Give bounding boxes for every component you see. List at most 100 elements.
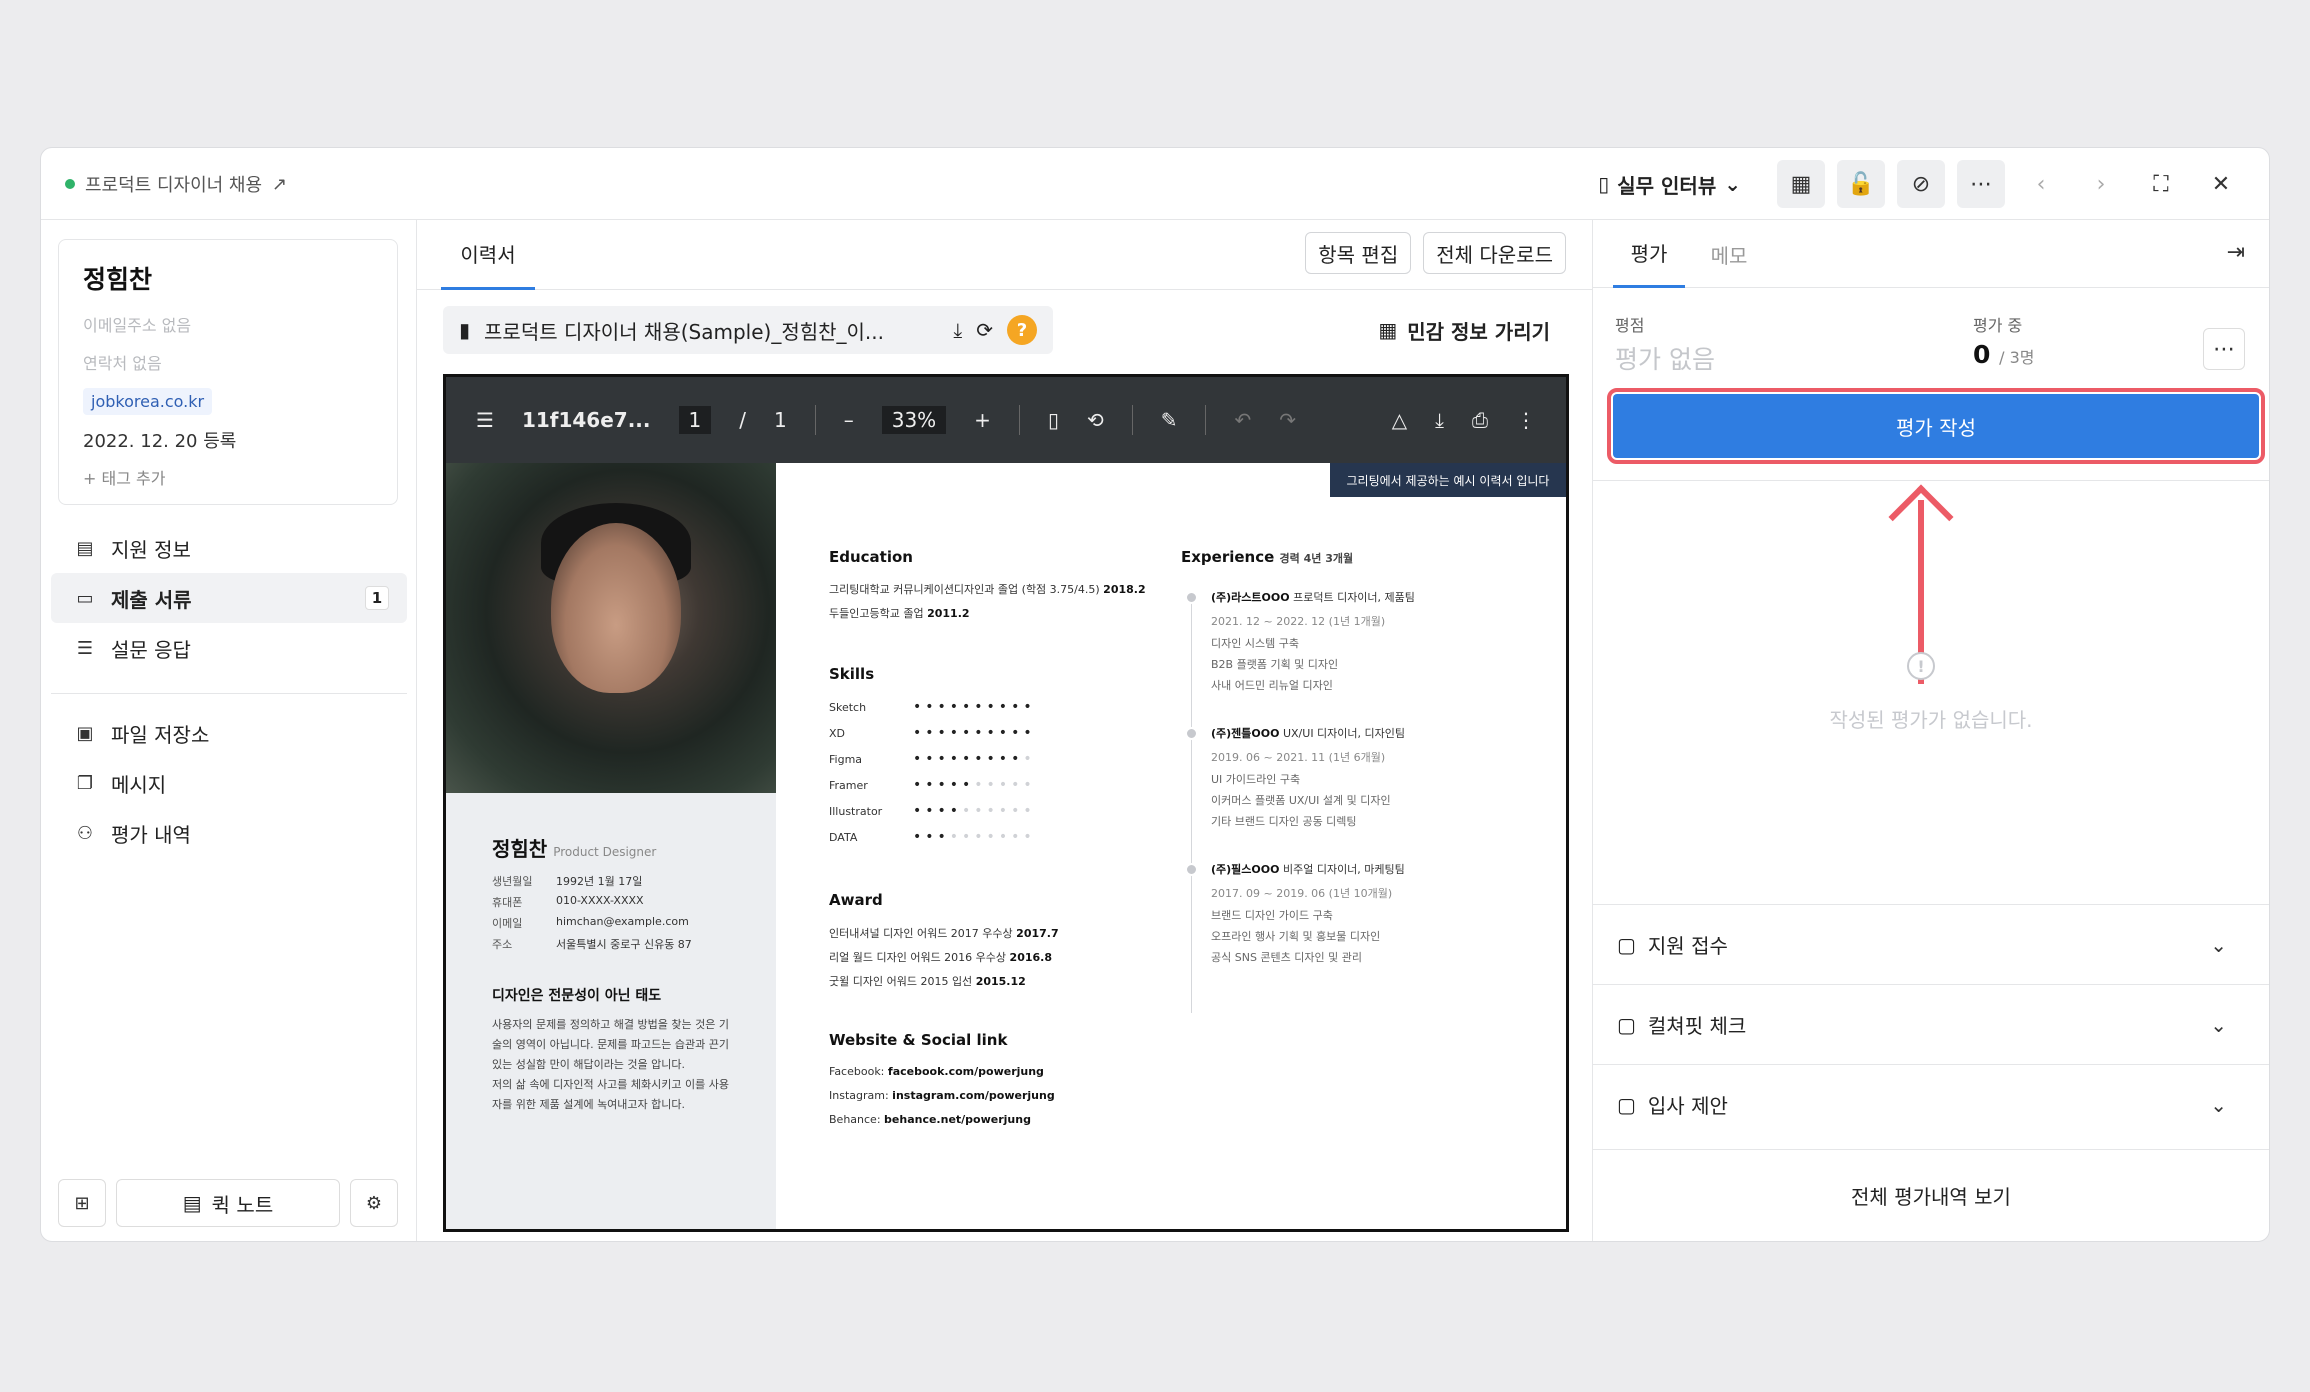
motto-title: 디자인은 전문성이 아닌 태도 xyxy=(492,988,662,1004)
nav-item-evaluations[interactable]: ⚇ 평가 내역 xyxy=(51,808,407,858)
toolbar-separator xyxy=(814,405,816,435)
zoom-level[interactable]: 33% xyxy=(881,406,947,434)
nav-item-application-info[interactable]: ▤ 지원 정보 xyxy=(51,523,407,573)
job-link[interactable]: 프로덕트 디자이너 채용 ↗ xyxy=(65,148,287,220)
add-tag-button[interactable]: + 태그 추가 xyxy=(83,465,373,489)
download-all-button[interactable]: 전체 다운로드 xyxy=(1423,232,1566,274)
download-icon[interactable]: ⤓ xyxy=(953,318,962,342)
stage-dropdown[interactable]: ▯ 실무 인터뷰 ⌄ xyxy=(1598,170,1741,199)
block-icon: ⊘ xyxy=(1911,171,1931,197)
file-name[interactable]: 프로덕트 디자이너 채용(Sample)_정힘찬_이... xyxy=(484,316,939,345)
excel-button[interactable]: ⊞ xyxy=(58,1179,106,1227)
evaluation-more-button[interactable]: ⋯ xyxy=(2203,328,2245,370)
pdf-doc-name: 11f146e7... xyxy=(521,408,651,432)
experience-period: 2017. 09 ~ 2019. 06 (1년 10개월) xyxy=(1211,887,1393,900)
profile-photo xyxy=(446,463,776,793)
close-button[interactable]: ✕ xyxy=(2197,160,2245,208)
experience-total: 경력 4년 3개월 xyxy=(1279,552,1354,565)
undo-icon[interactable]: ↶ xyxy=(1234,408,1251,432)
nav-item-label: 지원 정보 xyxy=(111,537,191,562)
candidate-name: 정힘찬 xyxy=(83,265,153,294)
zoom-in-button[interactable]: + xyxy=(974,408,991,432)
nav-item-documents[interactable]: ▭ 제출 서류 1 xyxy=(51,573,407,623)
profile-key: 휴대폰 xyxy=(492,896,523,909)
skill-name: Figma xyxy=(829,752,863,766)
profile-value: 서울특별시 중로구 신유동 87 xyxy=(556,938,692,951)
experience-role: UX/UI 디자이너, 디자인팀 xyxy=(1282,727,1406,740)
skill-name: XD xyxy=(829,726,846,740)
more-icon: ⋯ xyxy=(2213,336,2235,362)
progress-total: / 3명 xyxy=(1999,348,2035,367)
fit-page-icon[interactable]: ▯ xyxy=(1048,408,1059,432)
link-line: Facebook: facebook.com/powerjung xyxy=(829,1065,1044,1078)
skill-dots: •••••••••• xyxy=(913,725,1036,741)
gear-icon: ⚙ xyxy=(365,1192,383,1214)
chevron-down-icon: ⌄ xyxy=(2210,932,2227,957)
profile-key: 이메일 xyxy=(492,917,523,930)
pdf-more-icon[interactable]: ⋮ xyxy=(1516,408,1536,432)
education-text: 두들인고등학교 졸업 xyxy=(829,607,924,620)
tab-memo[interactable]: 메모 xyxy=(1699,220,1759,288)
motto-line: 사용자의 문제를 정의하고 해결 방법을 찾는 것은 기 xyxy=(492,1018,729,1031)
section-offer[interactable]: ▢ 입사 제안 ⌄ xyxy=(1593,1064,2269,1144)
nav-item-survey[interactable]: ☰ 설문 응답 xyxy=(51,623,407,673)
toolbar: ▯ 실무 인터뷰 ⌄ ▦ 🔓 ⊘ ⋯ ‹ › ⛶ ✕ xyxy=(1598,148,2245,220)
section-application[interactable]: ▢ 지원 접수 ⌄ xyxy=(1593,904,2269,984)
quick-note-button[interactable]: ▤ 퀵 노트 xyxy=(116,1179,340,1227)
fullscreen-button[interactable]: ⛶ xyxy=(2137,160,2185,208)
page-total: 1 xyxy=(773,408,787,432)
nav-item-label: 설문 응답 xyxy=(111,637,191,662)
nav-item-label: 제출 서류 xyxy=(111,587,192,612)
status-dot xyxy=(65,179,75,189)
score-value: 평가 없음 xyxy=(1615,345,1715,374)
resume-name: 정힘찬 Product Designer xyxy=(492,833,656,862)
write-evaluation-button[interactable]: 평가 작성 xyxy=(1613,394,2259,458)
award-year: 2016.8 xyxy=(1009,951,1052,964)
print-icon[interactable]: ⎙ xyxy=(1472,408,1488,432)
tab-evaluation[interactable]: 평가 xyxy=(1613,220,1685,288)
timeline-dot xyxy=(1185,727,1198,740)
refresh-icon[interactable]: ⟳ xyxy=(976,318,993,342)
unlock-button[interactable]: 🔓 xyxy=(1837,160,1885,208)
experience-task: 사내 어드민 리뉴얼 디자인 xyxy=(1211,679,1333,692)
link-line: Instagram: instagram.com/powerjung xyxy=(829,1089,1055,1102)
redo-icon[interactable]: ↷ xyxy=(1279,408,1296,432)
chevron-down-icon: ⌄ xyxy=(1724,172,1741,196)
note-icon: ▢ xyxy=(1617,1092,1636,1117)
collapse-panel-icon[interactable]: ⇥ xyxy=(2227,240,2245,265)
view-all-evaluations-button[interactable]: 전체 평가내역 보기 xyxy=(1593,1149,2269,1241)
more-button[interactable]: ⋯ xyxy=(1957,160,2005,208)
quick-note-label: 퀵 노트 xyxy=(211,1192,274,1217)
folder-icon: ▭ xyxy=(76,587,94,609)
motto-text: 사용자의 문제를 정의하고 해결 방법을 찾는 것은 기 술의 영역이 아닙니다… xyxy=(492,1015,732,1115)
edit-items-button[interactable]: 항목 편집 xyxy=(1305,232,1412,274)
help-shield-icon[interactable]: ? xyxy=(1007,315,1037,345)
experience-head: (주)필스OOO 비주얼 디자이너, 마케팅팀 xyxy=(1211,861,1405,877)
page-input[interactable]: 1 xyxy=(678,406,712,434)
nav-item-messages[interactable]: ❐ 메시지 xyxy=(51,758,407,808)
settings-button[interactable]: ⚙ xyxy=(350,1179,398,1227)
link-value: facebook.com/powerjung xyxy=(887,1065,1044,1078)
section-culture-fit[interactable]: ▢ 컬쳐핏 체크 ⌄ xyxy=(1593,984,2269,1064)
zoom-out-button[interactable]: – xyxy=(844,408,854,432)
annotate-icon[interactable]: ✎ xyxy=(1161,408,1178,432)
pdf-download-icon[interactable]: ⤓ xyxy=(1435,408,1444,432)
more-icon: ⋯ xyxy=(1970,171,1992,197)
documents-count-badge: 1 xyxy=(365,586,389,610)
prev-button[interactable]: ‹ xyxy=(2017,160,2065,208)
next-button[interactable]: › xyxy=(2077,160,2125,208)
applicant-window: 프로덕트 디자이너 채용 ↗ ▯ 실무 인터뷰 ⌄ ▦ 🔓 ⊘ ⋯ ‹ › ⛶ … xyxy=(40,147,2270,1242)
menu-icon[interactable]: ☰ xyxy=(476,408,494,432)
drive-icon[interactable]: △ xyxy=(1392,408,1407,432)
calendar-button[interactable]: ▦ xyxy=(1777,160,1825,208)
education-text: 그리팅대학교 커뮤니케이션디자인과 졸업 (학점 3.75/4.5) xyxy=(829,583,1100,596)
block-button[interactable]: ⊘ xyxy=(1897,160,1945,208)
nav-item-file-storage[interactable]: ▣ 파일 저장소 xyxy=(51,708,407,758)
document-tabs: 이력서 항목 편집 전체 다운로드 xyxy=(417,220,1592,290)
tab-resume[interactable]: 이력서 xyxy=(441,220,535,290)
experience-task: 공식 SNS 콘텐츠 디자인 및 관리 xyxy=(1211,951,1362,964)
hide-sensitive-button[interactable]: ▦ 민감 정보 가리기 xyxy=(1378,306,1550,354)
experience-company: (주)라스트OOO xyxy=(1211,591,1290,604)
rotate-icon[interactable]: ⟲ xyxy=(1087,408,1104,432)
skill-dots: •••••••••• xyxy=(913,803,1036,819)
